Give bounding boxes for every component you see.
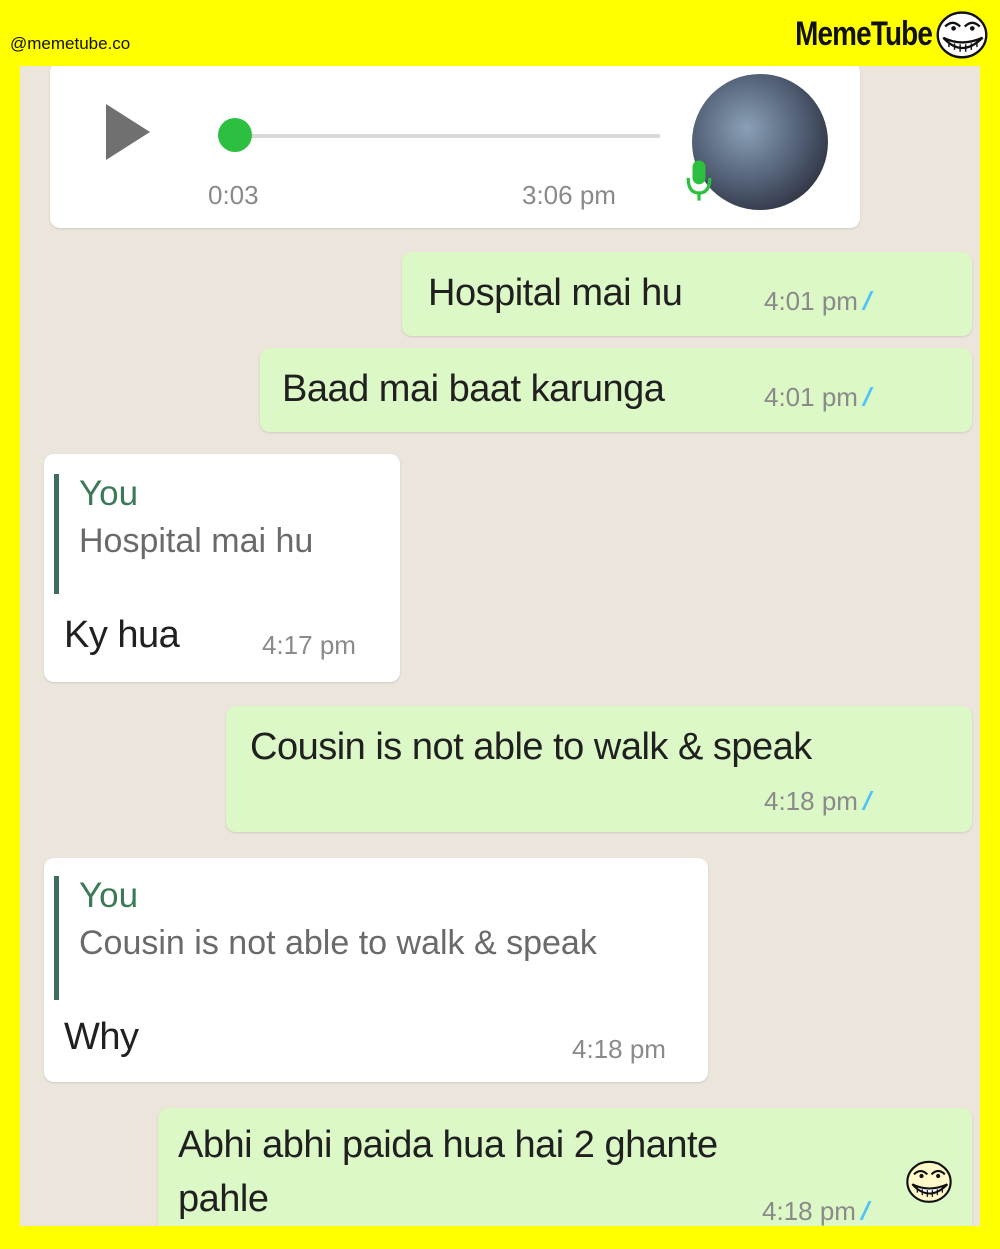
message-outgoing[interactable]: Abhi abhi paida hua hai 2 ghante pahle 4… [158, 1108, 972, 1226]
message-text: Cousin is not able to walk & speak [250, 726, 812, 768]
message-time-text: 4:01 pm [764, 382, 858, 412]
message-text: Ky hua [64, 614, 180, 656]
message-time: 4:18 pm [572, 1034, 666, 1064]
message-outgoing[interactable]: Baad mai baat karunga 4:01 pm// [260, 348, 972, 432]
brand-name: MemeTube [794, 14, 933, 53]
microphone-icon [686, 160, 712, 201]
message-text: Why [64, 1016, 139, 1058]
message-text-line-2: pahle [178, 1178, 269, 1220]
message-outgoing[interactable]: Hospital mai hu 4:01 pm// [402, 252, 972, 336]
message-incoming[interactable]: You Cousin is not able to walk & speak W… [44, 858, 708, 1082]
voice-duration: 0:03 [208, 180, 259, 210]
voice-progress-knob[interactable] [218, 118, 252, 152]
reply-quote[interactable]: You Cousin is not able to walk & speak [54, 876, 597, 1000]
message-time: 4:01 pm// [764, 286, 872, 317]
message-text-line-1: Abhi abhi paida hua hai 2 ghante [178, 1124, 718, 1166]
message-time-text: 4:18 pm [762, 1196, 856, 1226]
message-time-text: 4:18 pm [764, 786, 858, 816]
quote-sender: You [79, 474, 139, 513]
reply-quote[interactable]: You Hospital mai hu [54, 474, 313, 594]
play-icon[interactable] [102, 102, 152, 162]
message-time-text: 4:01 pm [764, 286, 858, 316]
voice-time: 3:06 pm [522, 180, 616, 210]
watermark-handle: @memetube.co [10, 34, 131, 53]
sender-avatar [692, 74, 828, 210]
chat-area[interactable]: 0:03 3:06 pm Hospital mai hu 4:01 pm// B… [20, 66, 980, 1226]
message-text: Baad mai baat karunga [282, 368, 665, 410]
brand-logo: MemeTube [765, 6, 990, 62]
message-outgoing[interactable]: Cousin is not able to walk & speak 4:18 … [226, 706, 972, 832]
quote-text: Hospital mai hu [79, 522, 314, 560]
message-time: 4:18 pm// [762, 1196, 870, 1226]
voice-note-bubble[interactable]: 0:03 3:06 pm [50, 66, 860, 228]
troll-face-icon [906, 1160, 952, 1203]
message-incoming[interactable]: You Hospital mai hu Ky hua 4:17 pm [44, 454, 400, 682]
message-time: 4:17 pm [262, 630, 356, 660]
message-time: 4:18 pm// [764, 786, 872, 817]
message-time: 4:01 pm// [764, 382, 872, 413]
message-text: Hospital mai hu [428, 272, 683, 314]
quote-sender: You [79, 876, 139, 915]
troll-face-icon [936, 11, 988, 59]
quote-text: Cousin is not able to walk & speak [79, 924, 597, 962]
voice-progress-track[interactable] [240, 134, 660, 138]
